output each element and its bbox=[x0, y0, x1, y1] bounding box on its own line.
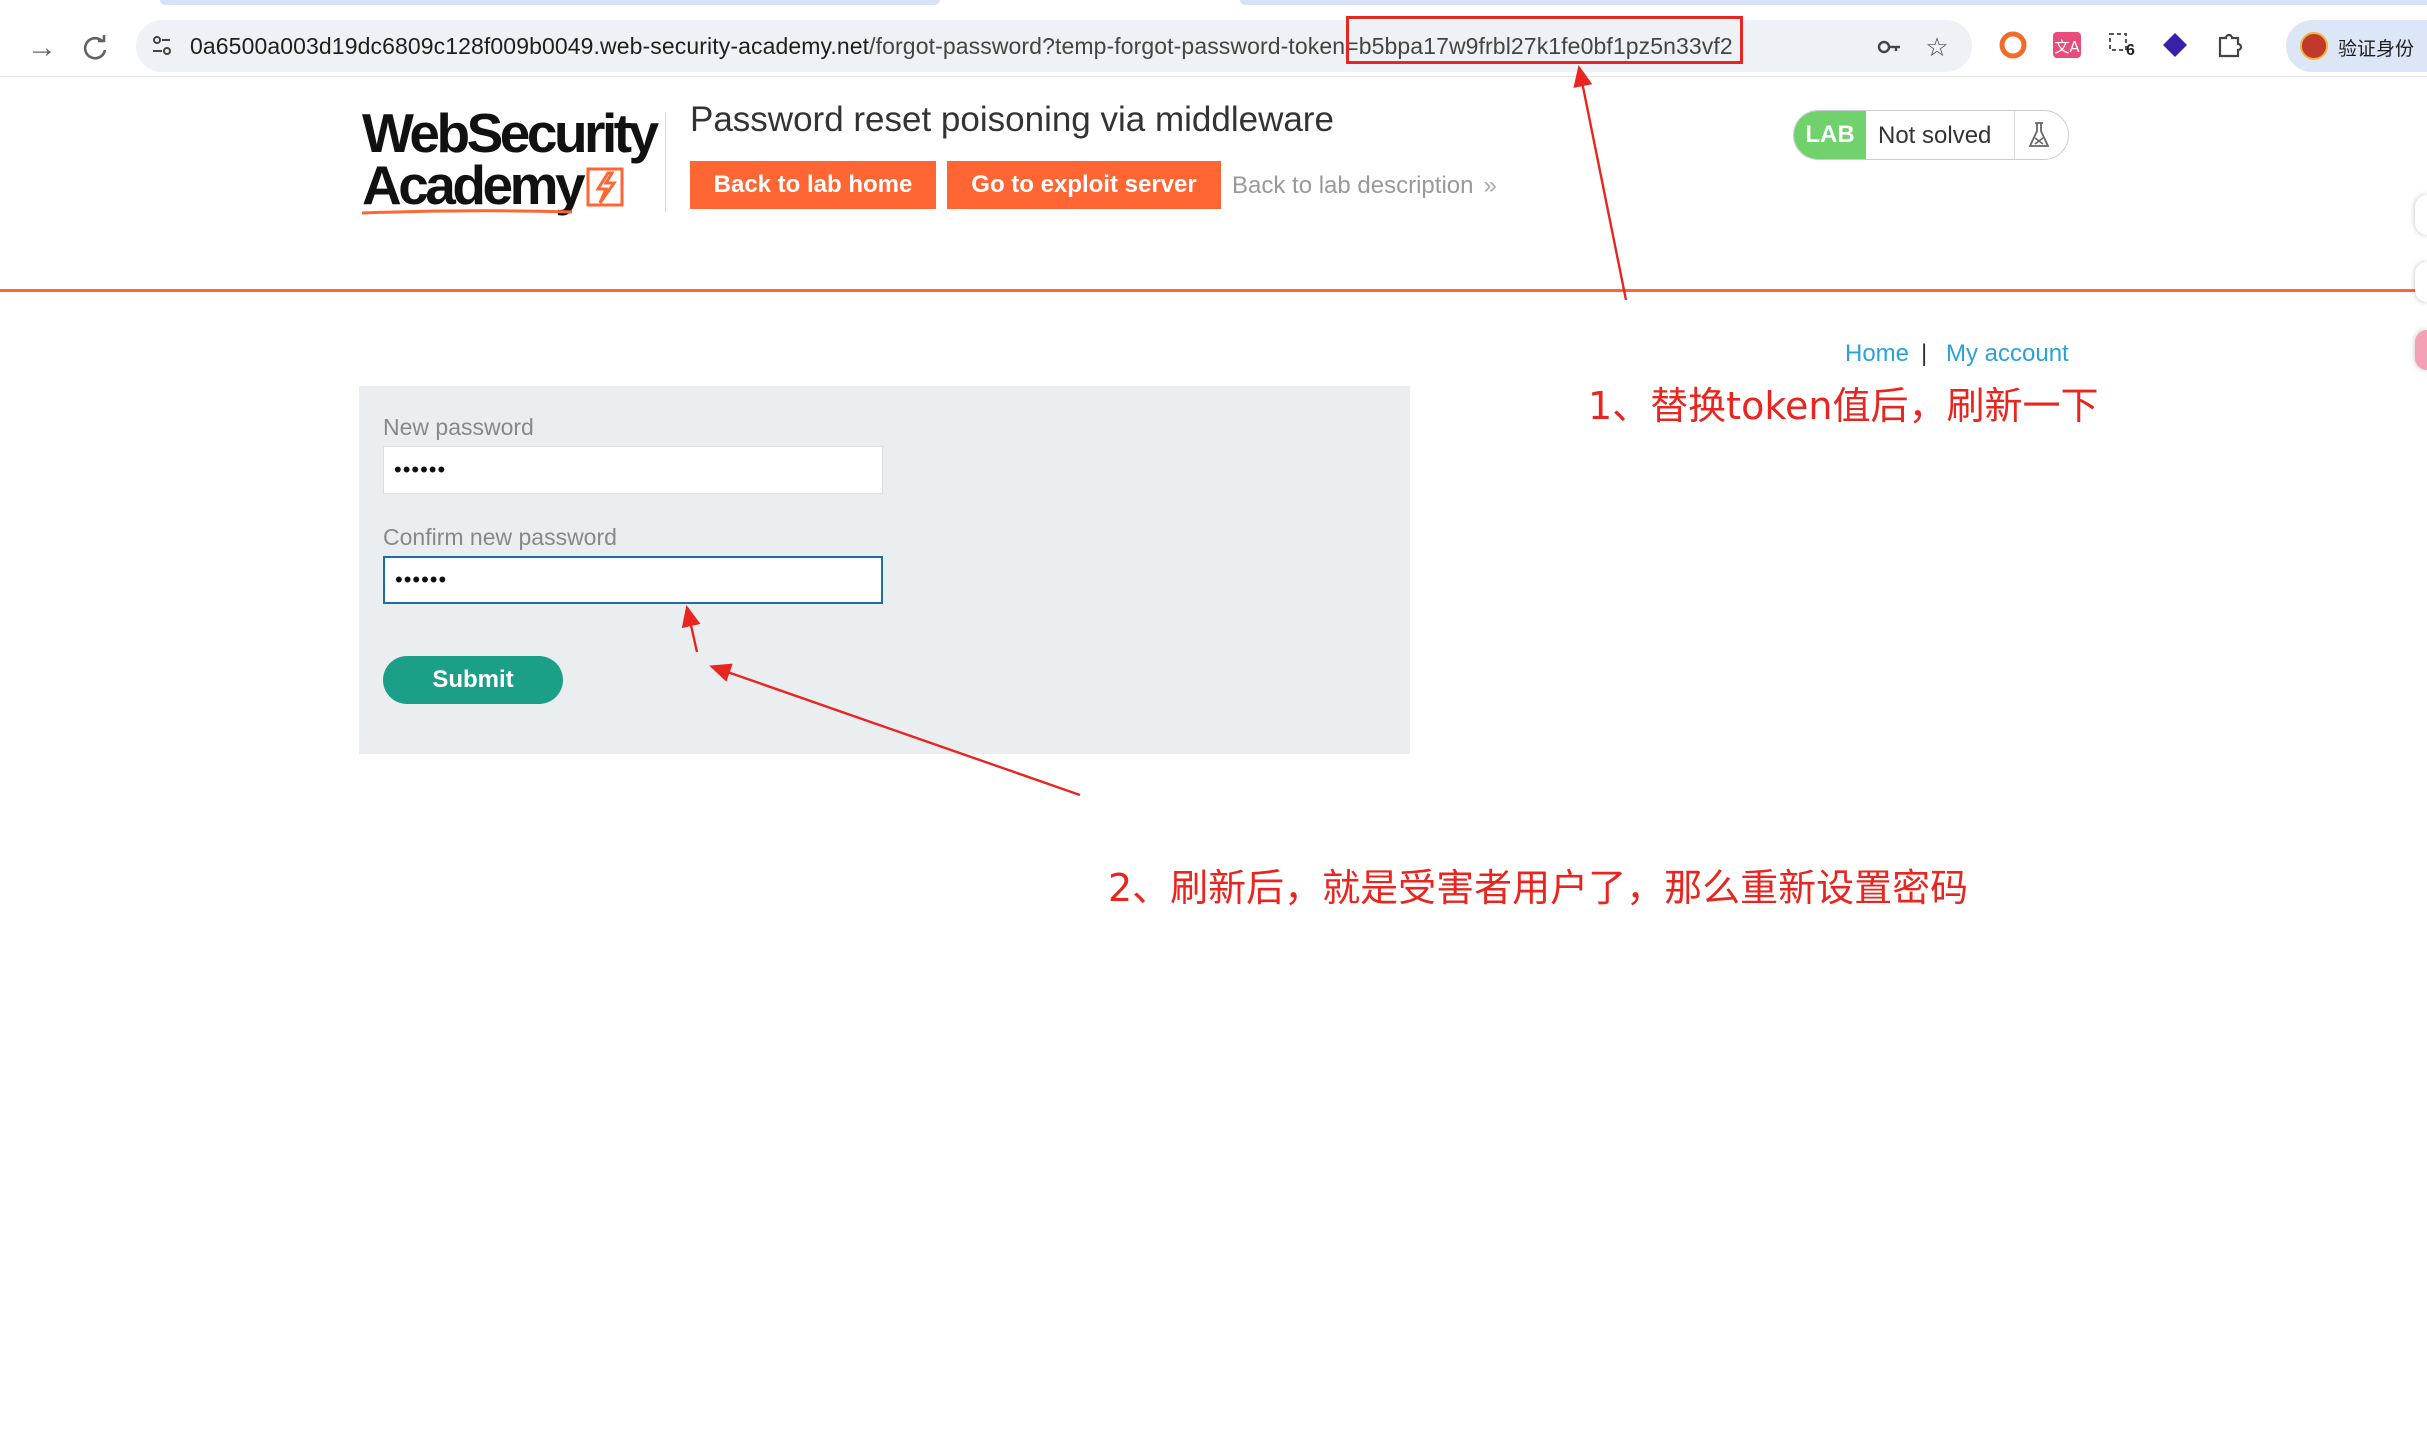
my-account-link[interactable]: My account bbox=[1946, 340, 2069, 368]
avatar bbox=[2300, 32, 2328, 60]
confirm-password-label: Confirm new password bbox=[383, 524, 617, 550]
tab-edge[interactable] bbox=[160, 0, 940, 5]
purple-extension-icon[interactable] bbox=[2158, 28, 2192, 62]
puzzle-icon[interactable] bbox=[2212, 28, 2246, 62]
forward-icon[interactable]: → bbox=[22, 28, 62, 68]
arrow-to-token bbox=[1573, 64, 1628, 301]
lightning-icon bbox=[586, 167, 624, 207]
header-rule bbox=[0, 289, 2427, 292]
extension-badge: 6 bbox=[2126, 42, 2135, 59]
submit-button[interactable]: Submit bbox=[383, 656, 563, 704]
token-highlight-box bbox=[1346, 16, 1743, 64]
web-security-academy-logo[interactable]: WebSecurity Academy bbox=[362, 105, 662, 217]
profile-label: 验证身份 bbox=[2338, 39, 2415, 60]
star-icon[interactable]: ☆ bbox=[1922, 32, 1952, 62]
logo-swoosh bbox=[362, 209, 572, 215]
side-panel-handle[interactable] bbox=[2415, 330, 2427, 370]
annotation-step2: 2、刷新后，就是受害者用户了，那么重新设置密码 bbox=[1108, 866, 1969, 910]
lab-status-text: Not solved bbox=[1878, 122, 1992, 149]
new-password-input[interactable]: •••••• bbox=[383, 446, 883, 494]
home-link[interactable]: Home bbox=[1845, 340, 1909, 368]
browser-toolbar: → 0a6500a003d19dc6809c128f009b0049.web-s… bbox=[0, 6, 2427, 77]
side-panel-handle[interactable] bbox=[2415, 195, 2427, 235]
flask-icon bbox=[2028, 122, 2050, 147]
go-to-exploit-server-button[interactable]: Go to exploit server bbox=[947, 161, 1221, 209]
lab-status-widget: LAB Not solved bbox=[1793, 110, 2069, 160]
side-panel-handle[interactable] bbox=[2415, 262, 2427, 302]
url-host: 0a6500a003d19dc6809c128f009b0049.web-sec… bbox=[190, 33, 870, 59]
back-to-lab-home-button[interactable]: Back to lab home bbox=[690, 161, 936, 209]
back-to-description-label: Back to lab description bbox=[1232, 172, 1474, 199]
svg-text:文A: 文A bbox=[2054, 38, 2080, 56]
confirm-password-input[interactable]: •••••• bbox=[383, 556, 883, 604]
double-chevron-icon: » bbox=[1483, 172, 1497, 199]
tune-icon[interactable] bbox=[148, 32, 176, 60]
annotation-step1: 1、替换token值后，刷新一下 bbox=[1588, 384, 2099, 428]
nav-separator: | bbox=[1921, 340, 1928, 367]
lab-title: Password reset poisoning via middleware bbox=[690, 100, 1334, 139]
tab-edge[interactable] bbox=[1240, 0, 2427, 5]
key-icon[interactable] bbox=[1874, 32, 1904, 62]
new-password-label: New password bbox=[383, 414, 534, 440]
header-divider bbox=[665, 112, 666, 212]
screenshot-extension-icon[interactable]: 6 bbox=[2104, 28, 2138, 62]
profile-button[interactable]: 验证身份 bbox=[2286, 20, 2427, 72]
extension-orange-icon[interactable] bbox=[1996, 28, 2030, 62]
back-to-lab-description-link[interactable]: Back to lab description » bbox=[1232, 172, 1497, 200]
translate-icon[interactable]: 文A bbox=[2050, 28, 2084, 62]
reset-password-form: New password •••••• Confirm new password… bbox=[359, 386, 1410, 754]
lab-status-tag: LAB bbox=[1794, 111, 1866, 159]
logo-line2: Academy bbox=[362, 154, 586, 216]
status-divider bbox=[2014, 111, 2015, 159]
logo-line1: WebSecurity bbox=[362, 102, 659, 164]
reload-icon[interactable] bbox=[76, 28, 116, 68]
